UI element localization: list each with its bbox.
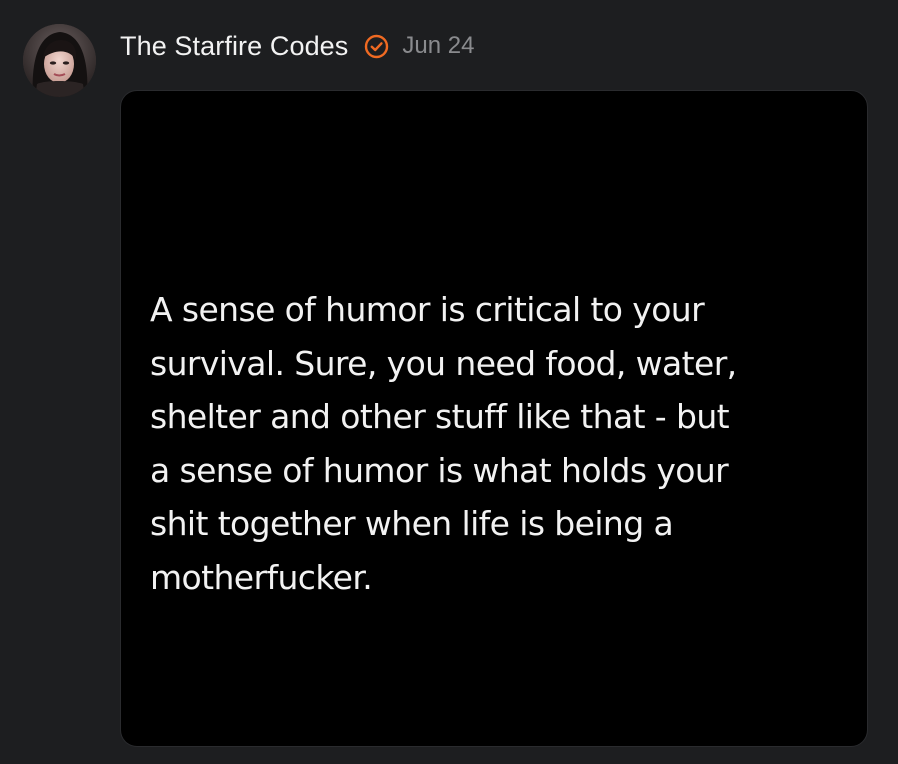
post-header: The Starfire Codes Jun 24	[120, 27, 474, 65]
post-image[interactable]: A sense of humor is critical to your sur…	[120, 90, 868, 747]
author-name[interactable]: The Starfire Codes	[120, 31, 348, 62]
image-quote-text: A sense of humor is critical to your sur…	[150, 283, 855, 604]
quote-line: A sense of humor is critical to your	[150, 290, 705, 329]
avatar-photo	[23, 24, 96, 97]
quote-line: a sense of humor is what holds your	[150, 450, 729, 490]
quote-line: shit together when life is being a	[150, 504, 674, 543]
quote-line: motherfucker.	[150, 557, 373, 597]
quote-line: survival. Sure, you need food, water,	[150, 343, 737, 383]
check-circle-icon	[363, 33, 390, 60]
post: The Starfire Codes Jun 24 A sense of hum…	[0, 0, 898, 764]
avatar[interactable]	[23, 24, 96, 97]
quote-line: shelter and other stuff like that - but	[150, 397, 730, 436]
post-date[interactable]: Jun 24	[402, 32, 474, 60]
